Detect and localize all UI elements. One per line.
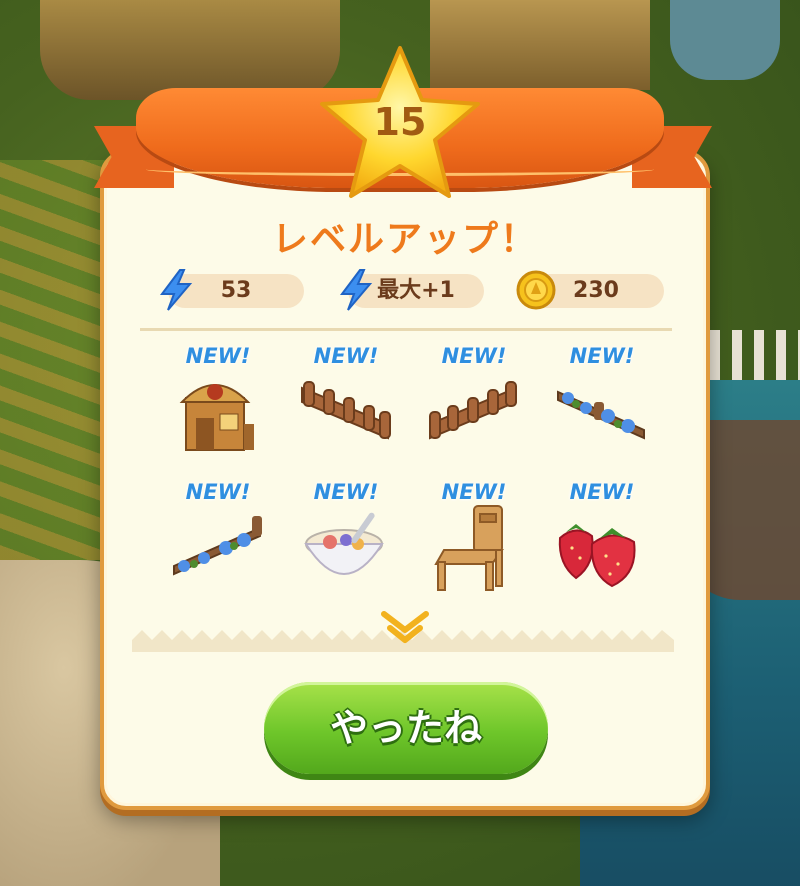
new-badge: NEW!: [313, 344, 379, 368]
wooden-fence-icon: [429, 381, 517, 440]
new-badge: NEW!: [185, 480, 251, 504]
reward-item[interactable]: NEW!: [158, 480, 278, 600]
fruit-bowl-icon: [304, 512, 384, 575]
section-divider: [140, 328, 672, 331]
flower-fence-icon: [557, 390, 645, 440]
reward-item[interactable]: NEW!: [542, 344, 662, 464]
reward-item[interactable]: NEW!: [286, 480, 406, 600]
reward-item[interactable]: NEW!: [286, 344, 406, 464]
max-energy-stat: 最大+1: [340, 269, 484, 311]
white-fence: [710, 330, 800, 380]
max-energy-value: 最大+1: [377, 278, 455, 303]
new-badge: NEW!: [185, 344, 251, 368]
new-badge: NEW!: [441, 480, 507, 504]
reward-item[interactable]: NEW!: [158, 344, 278, 464]
reward-item[interactable]: NEW!: [414, 480, 534, 600]
chevron-down-icon[interactable]: [380, 610, 430, 646]
new-badge: NEW!: [569, 480, 635, 504]
level-number: 15: [373, 100, 427, 144]
new-badge: NEW!: [441, 344, 507, 368]
wooden-chair-icon: [434, 505, 504, 591]
flower-fence-icon: [173, 516, 262, 576]
energy-value: 53: [220, 278, 252, 303]
coin-stat: 230: [516, 270, 664, 310]
energy-stat: 53: [160, 269, 304, 311]
new-badge: NEW!: [313, 480, 379, 504]
strawberries-icon: [558, 524, 636, 588]
thatched-hut: [40, 0, 340, 100]
new-badge: NEW!: [569, 344, 635, 368]
shop-building-icon: [179, 384, 254, 451]
confirm-button-label: やったね: [329, 706, 482, 750]
wooden-fence-icon: [301, 381, 391, 440]
boulders: [670, 0, 780, 80]
confirm-button[interactable]: やったね: [264, 682, 548, 774]
level-up-title: レベルアップ！: [271, 219, 538, 260]
coin-value: 230: [573, 278, 619, 303]
reward-item[interactable]: NEW!: [542, 480, 662, 600]
reward-item[interactable]: NEW!: [414, 344, 534, 464]
